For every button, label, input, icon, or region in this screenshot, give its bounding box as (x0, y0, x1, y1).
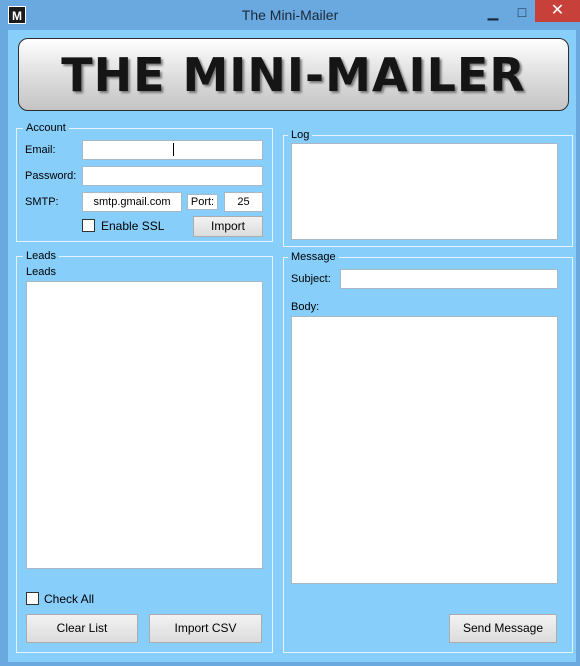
close-button[interactable]: ✕ (535, 0, 580, 22)
message-legend: Message (288, 251, 339, 263)
check-all-label: Check All (44, 592, 95, 606)
port-input[interactable]: 25 (224, 192, 263, 212)
subject-label: Subject: (291, 273, 331, 285)
log-legend: Log (288, 129, 313, 141)
banner-title: THE MINI-MAILER (61, 48, 526, 102)
subject-input[interactable] (340, 269, 558, 289)
leads-list-label: Leads (26, 266, 56, 278)
log-textbox[interactable] (291, 143, 558, 240)
enable-ssl-label: Enable SSL (101, 219, 165, 233)
import-button[interactable]: Import (193, 216, 263, 237)
account-legend: Account (23, 122, 69, 134)
email-label: Email: (25, 144, 56, 156)
text-cursor (173, 143, 174, 156)
minimize-button[interactable]: ▁ (480, 3, 506, 23)
import-csv-button[interactable]: Import CSV (149, 614, 262, 643)
port-label: Port: (187, 194, 218, 210)
password-label: Password: (25, 170, 77, 182)
leads-list[interactable] (26, 281, 263, 569)
password-input[interactable] (82, 166, 263, 186)
enable-ssl-checkbox[interactable] (82, 219, 95, 232)
maximize-button[interactable]: □ (509, 3, 535, 23)
banner: THE MINI-MAILER (18, 38, 569, 111)
smtp-input[interactable]: smtp.gmail.com (82, 192, 182, 212)
leads-legend: Leads (23, 250, 59, 262)
clear-list-button[interactable]: Clear List (26, 614, 138, 643)
body-label: Body: (291, 301, 320, 313)
body-textarea[interactable] (291, 316, 558, 584)
app-icon: M (8, 6, 26, 24)
send-message-button[interactable]: Send Message (449, 614, 557, 643)
check-all-checkbox[interactable] (26, 592, 39, 605)
smtp-label: SMTP: (25, 196, 59, 208)
